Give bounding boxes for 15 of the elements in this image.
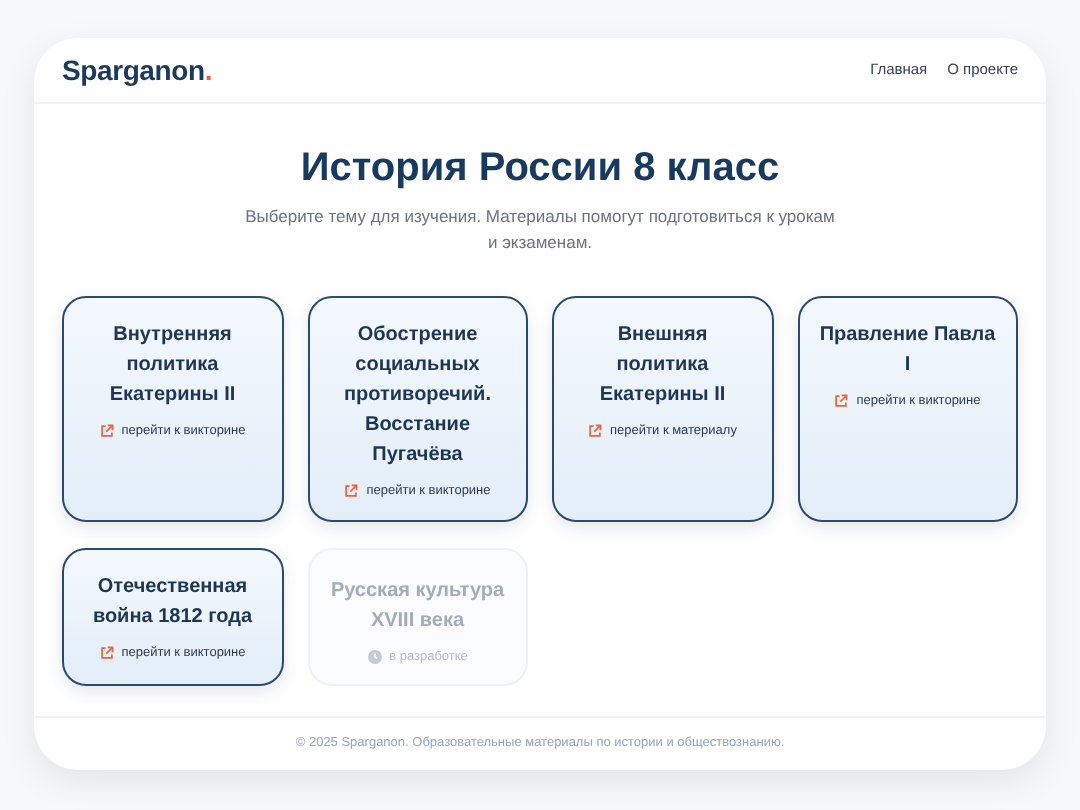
clock-icon: [367, 650, 382, 665]
card-title: Обострение социальных противоречий. Восстание Пугачёва: [342, 322, 493, 470]
logo-text[interactable]: Sparganon.: [62, 49, 213, 91]
external-link-icon: [588, 424, 603, 439]
page-subtitle: Выберите тему для изучения. Материалы помогут подготовиться к урокам и экзаменам.: [243, 204, 837, 256]
card-title: Отечественная война 1812 года: [90, 574, 255, 632]
external-link-icon: [344, 484, 359, 499]
external-link-icon: [99, 424, 114, 439]
card-title: Внешняя политика Екатерины II: [597, 322, 728, 410]
card-title: Правление Павла I: [817, 322, 998, 380]
page-title: История России 8 класс: [298, 144, 782, 192]
external-link-icon: [99, 646, 114, 661]
card-title: Русская культура XVIII века: [328, 578, 507, 636]
external-link-icon: [834, 394, 849, 409]
card-title: Внутренняя политика Екатерины II: [107, 322, 238, 410]
